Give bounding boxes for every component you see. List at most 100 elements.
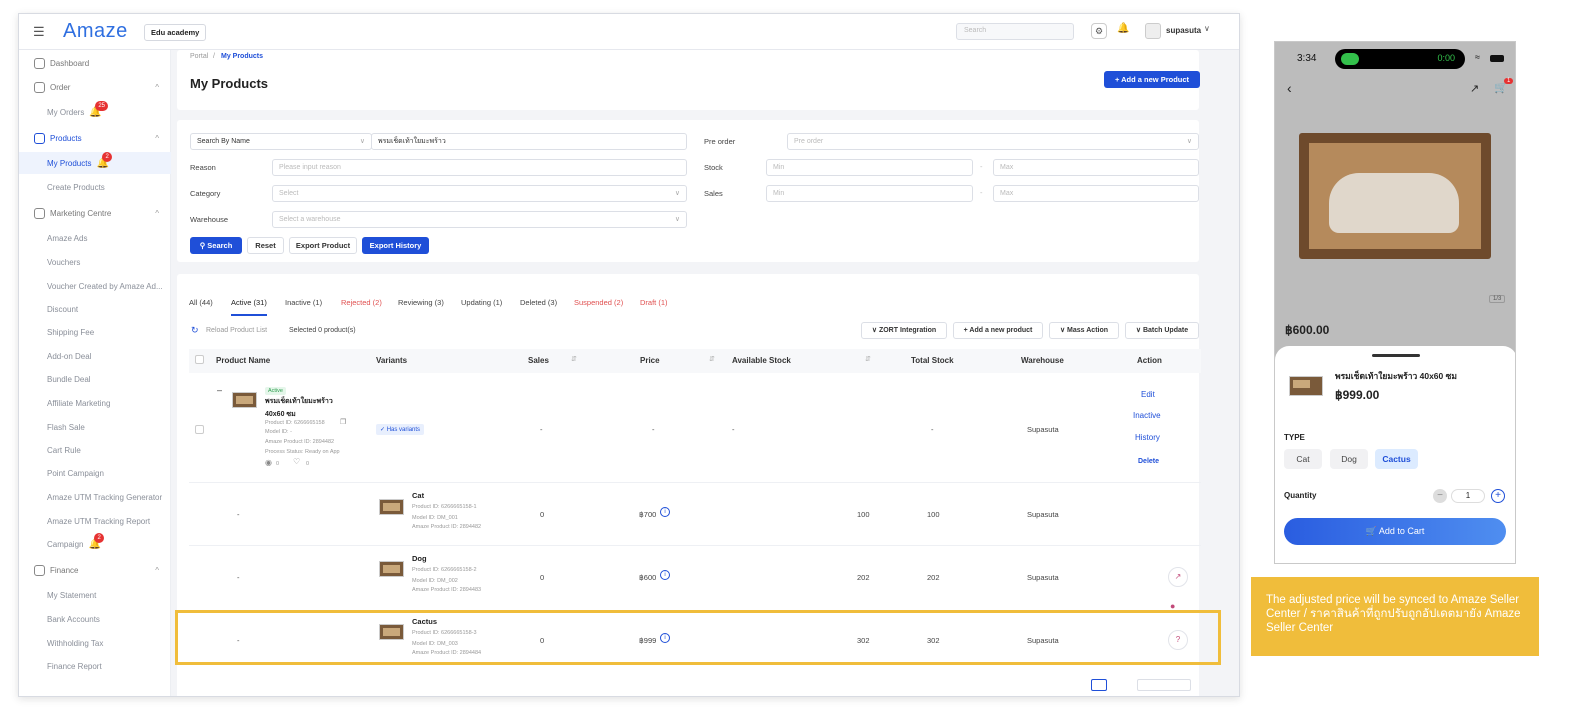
pre-order-select[interactable]: Pre order ∨: [787, 133, 1199, 150]
sidebar-item-dashboard[interactable]: Dashboard: [19, 52, 171, 74]
sort-icon[interactable]: ⇵: [709, 355, 715, 363]
sales-min-input[interactable]: Min: [766, 185, 973, 202]
category-select[interactable]: Select ∨: [272, 185, 687, 202]
search-by-select[interactable]: Search By Name ∨: [190, 133, 372, 150]
settings-icon[interactable]: ⚙: [1091, 23, 1107, 39]
stock-min-input[interactable]: Min: [766, 159, 973, 176]
type-option-cat[interactable]: Cat: [1284, 449, 1322, 469]
sidebar-item-bundle-deal[interactable]: Bundle Deal: [19, 368, 171, 390]
sidebar-item-bank-accounts[interactable]: Bank Accounts: [19, 608, 171, 630]
tab-rejected[interactable]: Rejected (2): [341, 298, 382, 307]
user-name[interactable]: supasuta: [1166, 26, 1201, 35]
sidebar-item-my-orders[interactable]: My Orders 🔔 25: [19, 100, 171, 123]
sidebar-item-my-products[interactable]: My Products 🔔 2: [19, 151, 171, 174]
sidebar-item-flash-sale[interactable]: Flash Sale: [19, 416, 171, 438]
add-product-toolbar-button[interactable]: + Add a new product: [953, 322, 1043, 339]
tab-active[interactable]: Active (31): [231, 298, 267, 316]
chevron-up-icon[interactable]: ^: [155, 209, 159, 218]
header-sales[interactable]: Sales: [528, 356, 549, 365]
type-option-cactus[interactable]: Cactus: [1375, 449, 1418, 469]
mass-action-button[interactable]: ∨ Mass Action: [1049, 322, 1119, 339]
sidebar-item-finance-report[interactable]: Finance Report: [19, 655, 171, 677]
reload-product-list[interactable]: Reload Product List: [206, 327, 267, 334]
tab-suspended[interactable]: Suspended (2): [574, 298, 623, 307]
sidebar-item-vouchers[interactable]: Vouchers: [19, 251, 171, 273]
tab-all[interactable]: All (44): [189, 298, 213, 307]
reset-button[interactable]: Reset: [247, 237, 284, 254]
search-button[interactable]: ⚲ Search: [190, 237, 242, 254]
sidebar-item-add-on-deal[interactable]: Add-on Deal: [19, 345, 171, 367]
copy-icon[interactable]: ❐: [340, 418, 346, 426]
sales-max-input[interactable]: Max: [993, 185, 1199, 202]
menu-icon[interactable]: ☰: [33, 24, 45, 40]
row-checkbox[interactable]: [195, 425, 204, 434]
sidebar-item-affiliate-marketing[interactable]: Affiliate Marketing: [19, 392, 171, 414]
sidebar-item-products[interactable]: Products ^: [19, 127, 171, 149]
share-icon[interactable]: ↗: [1470, 82, 1479, 95]
quantity-decrease[interactable]: −: [1433, 489, 1447, 503]
delete-action[interactable]: Delete: [1138, 458, 1159, 465]
chevron-up-icon[interactable]: ^: [155, 83, 159, 92]
sidebar-item-point-campaign[interactable]: Point Campaign: [19, 462, 171, 484]
quantity-value[interactable]: 1: [1451, 489, 1485, 503]
history-action[interactable]: History: [1135, 433, 1160, 442]
export-product-button[interactable]: Export Product: [289, 237, 357, 254]
sidebar-item-amaze-utm-tracking-report[interactable]: Amaze UTM Tracking Report: [19, 510, 171, 532]
header-price[interactable]: Price: [640, 356, 660, 365]
tab-reviewing[interactable]: Reviewing (3): [398, 298, 444, 307]
sort-icon[interactable]: ⇵: [571, 355, 577, 363]
quantity-increase[interactable]: +: [1491, 489, 1505, 503]
pagination-page[interactable]: [1091, 679, 1107, 691]
notification-bell-icon[interactable]: 🔔: [1117, 23, 1129, 34]
chevron-up-icon[interactable]: ^: [155, 134, 159, 143]
search-value-input[interactable]: พรมเช็ดเท้าใยมะพร้าว: [371, 133, 687, 150]
add-new-product-button[interactable]: + Add a new Product: [1104, 71, 1200, 88]
collapse-toggle[interactable]: –: [217, 385, 222, 395]
chevron-down-icon[interactable]: ∨: [1204, 24, 1210, 33]
back-icon[interactable]: ‹: [1287, 80, 1292, 96]
info-icon[interactable]: i: [660, 507, 670, 517]
tab-inactive[interactable]: Inactive (1): [285, 298, 322, 307]
add-to-cart-button[interactable]: 🛒 Add to Cart: [1284, 518, 1506, 545]
sidebar-item-voucher-created-by-amaze-ad[interactable]: Voucher Created by Amaze Ad...: [19, 275, 171, 297]
sheet-handle[interactable]: [1372, 354, 1420, 357]
product-name-line1[interactable]: พรมเช็ดเท้าใยมะพร้าว: [265, 396, 333, 407]
workspace-badge[interactable]: Edu academy: [144, 24, 207, 41]
tab-deleted[interactable]: Deleted (3): [520, 298, 557, 307]
sidebar-item-amaze-ads[interactable]: Amaze Ads: [19, 227, 171, 249]
info-icon[interactable]: i: [660, 570, 670, 580]
sidebar-item-shipping-fee[interactable]: Shipping Fee: [19, 321, 171, 343]
export-history-button[interactable]: Export History: [362, 237, 429, 254]
tab-updating[interactable]: Updating (1): [461, 298, 502, 307]
type-option-dog[interactable]: Dog: [1330, 449, 1368, 469]
sidebar-item-create-products[interactable]: Create Products: [19, 176, 171, 198]
sidebar-item-marketing-centre[interactable]: Marketing Centre ^: [19, 202, 171, 224]
sort-icon[interactable]: ⇵: [865, 355, 871, 363]
tab-draft[interactable]: Draft (1): [640, 298, 668, 307]
sidebar-item-amaze-utm-tracking-generator[interactable]: Amaze UTM Tracking Generator: [19, 486, 171, 508]
chevron-up-icon[interactable]: ^: [155, 566, 159, 575]
sidebar-item-cart-rule[interactable]: Cart Rule: [19, 439, 171, 461]
page-title: My Products: [190, 76, 269, 91]
reload-icon[interactable]: ↻: [191, 325, 199, 336]
sidebar-item-withholding-tax[interactable]: Withholding Tax: [19, 632, 171, 654]
avatar[interactable]: [1145, 23, 1161, 39]
edit-action[interactable]: Edit: [1141, 390, 1155, 399]
inactive-action[interactable]: Inactive: [1133, 411, 1161, 420]
breadcrumb-root[interactable]: Portal: [190, 53, 208, 60]
select-all-checkbox[interactable]: [195, 355, 204, 364]
sidebar-item-discount[interactable]: Discount: [19, 298, 171, 320]
share-icon[interactable]: ↗: [1168, 567, 1188, 587]
sidebar-item-order[interactable]: Order ^: [19, 76, 171, 98]
search-input[interactable]: Search: [956, 23, 1074, 40]
stock-max-input[interactable]: Max: [993, 159, 1199, 176]
warehouse-select[interactable]: Select a warehouse ∨: [272, 211, 687, 228]
reason-input[interactable]: Please input reason: [272, 159, 687, 176]
sidebar-item-campaign[interactable]: Campaign 🔔 2: [19, 532, 171, 555]
page-size-select[interactable]: [1137, 679, 1191, 691]
batch-update-button[interactable]: ∨ Batch Update: [1125, 322, 1199, 339]
header-available-stock[interactable]: Available Stock: [732, 356, 791, 365]
zort-integration-button[interactable]: ∨ ZORT Integration: [861, 322, 947, 339]
sidebar-item-my-statement[interactable]: My Statement: [19, 584, 171, 606]
sidebar-item-finance[interactable]: Finance ^: [19, 559, 171, 581]
